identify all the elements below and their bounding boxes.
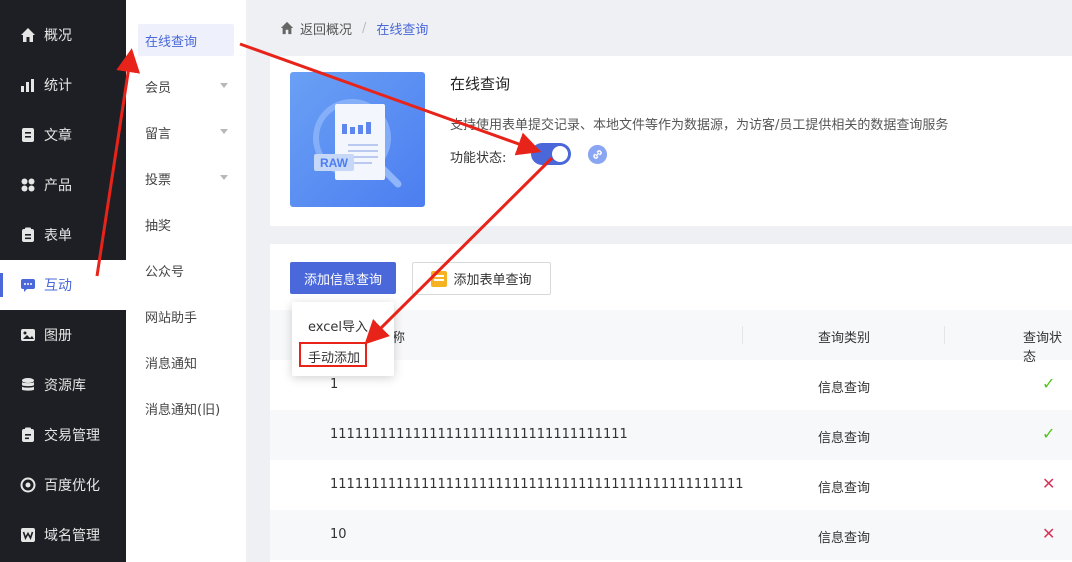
sub-item-label: 留言 — [145, 126, 172, 142]
sub-item-label: 消息通知(旧) — [145, 402, 221, 418]
nav-item-label: 产品 — [44, 178, 72, 194]
main-nav: 概况 统计 文章 产品 表单 互动 图册 资源库 交易管理 百度优化 域名管理 — [0, 0, 126, 562]
article-icon — [22, 128, 34, 142]
check-icon: ✓ — [1042, 374, 1056, 393]
nav-item-product[interactable]: 产品 — [0, 160, 126, 210]
table-row[interactable]: 111111111111111111111111111111111111 信息查… — [270, 410, 1072, 460]
sub-item-label: 投票 — [145, 172, 172, 188]
feature-description: 支持使用表单提交记录、本地文件等作为数据源，为访客/员工提供相关的数据查询服务 — [450, 118, 949, 133]
chevron-down-icon — [220, 175, 228, 180]
table-row[interactable]: 10 信息查询 ✕ — [270, 510, 1072, 560]
add-form-query-button[interactable]: 添加表单查询 — [412, 262, 551, 295]
sub-item-site-assistant[interactable]: 网站助手 — [138, 300, 234, 332]
sub-item-label: 消息通知 — [145, 356, 198, 372]
nav-item-label: 文章 — [44, 128, 72, 144]
breadcrumb-current: 在线查询 — [376, 22, 429, 38]
feature-card: RAW 在线查询 支持使用表单提交记录、本地文件等作为数据源，为访客/员工提供相… — [270, 56, 1072, 226]
nav-item-stats[interactable]: 统计 — [0, 60, 126, 110]
feature-status-label: 功能状态: — [450, 151, 507, 166]
sub-item-label: 抽奖 — [145, 218, 172, 234]
sub-item-notification-old[interactable]: 消息通知(旧) — [138, 392, 234, 424]
sub-item-label: 网站助手 — [145, 310, 198, 326]
breadcrumb-separator: / — [362, 20, 367, 36]
nav-item-article[interactable]: 文章 — [0, 110, 126, 160]
nav-item-label: 统计 — [44, 78, 72, 94]
add-query-dropdown: excel导入 手动添加 — [292, 302, 394, 376]
row-type: 信息查询 — [818, 481, 871, 496]
domain-icon — [21, 528, 35, 542]
row-name: 1 — [330, 377, 339, 392]
trade-icon — [22, 427, 34, 442]
nav-item-label: 域名管理 — [44, 528, 100, 544]
breadcrumb: 返回概况 / 在线查询 — [246, 0, 1072, 56]
home-icon — [280, 21, 294, 35]
check-icon: ✓ — [1042, 424, 1056, 443]
nav-item-label: 表单 — [44, 228, 72, 244]
row-type: 信息查询 — [818, 381, 871, 396]
cross-icon: ✕ — [1042, 524, 1056, 543]
image-icon — [21, 329, 35, 341]
chat-icon — [21, 279, 35, 292]
row-type: 信息查询 — [818, 531, 871, 546]
chevron-down-icon — [220, 83, 228, 88]
table-row[interactable]: 1111111111111111111111111111111111111111… — [270, 460, 1072, 510]
add-info-query-button[interactable]: 添加信息查询 — [290, 262, 396, 294]
sub-item-lottery[interactable]: 抽奖 — [138, 208, 234, 240]
nav-item-overview[interactable]: 概况 — [0, 10, 126, 60]
link-icon[interactable] — [588, 145, 607, 164]
nav-item-label: 概况 — [44, 28, 72, 44]
nav-item-label: 图册 — [44, 328, 72, 344]
sub-item-label: 在线查询 — [145, 34, 198, 50]
cover-raw-label: RAW — [320, 156, 349, 170]
nav-item-label: 互动 — [44, 278, 72, 294]
chevron-down-icon — [220, 129, 228, 134]
nav-item-interaction[interactable]: 互动 — [0, 260, 126, 310]
header-type: 查询类别 — [818, 331, 871, 346]
nav-item-gallery[interactable]: 图册 — [0, 310, 126, 360]
sub-item-label: 会员 — [145, 80, 172, 96]
nav-item-trade[interactable]: 交易管理 — [0, 410, 126, 460]
row-name: 111111111111111111111111111111111111 — [330, 427, 628, 442]
nav-item-domain[interactable]: 域名管理 — [0, 510, 126, 560]
toggle-knob — [552, 146, 568, 162]
query-illustration-icon: RAW — [313, 99, 402, 188]
row-name: 1111111111111111111111111111111111111111… — [330, 477, 744, 492]
sub-nav: 在线查询 会员 留言 投票 抽奖 公众号 网站助手 消息通知 消息通知(旧) — [126, 0, 246, 562]
feature-status-toggle[interactable] — [531, 143, 571, 165]
dropdown-item-excel-import[interactable]: excel导入 — [308, 316, 368, 335]
chart-icon — [21, 79, 34, 92]
sub-item-wechat[interactable]: 公众号 — [138, 254, 234, 286]
sub-item-online-query[interactable]: 在线查询 — [138, 24, 234, 56]
sub-item-vote[interactable]: 投票 — [138, 162, 234, 194]
row-name: 10 — [330, 527, 347, 542]
nav-item-seo[interactable]: 百度优化 — [0, 460, 126, 510]
nav-item-form[interactable]: 表单 — [0, 210, 126, 260]
cross-icon: ✕ — [1042, 474, 1056, 493]
grid-icon — [21, 178, 35, 192]
add-form-query-label: 添加表单查询 — [453, 273, 532, 288]
nav-item-resources[interactable]: 资源库 — [0, 360, 126, 410]
row-type: 信息查询 — [818, 431, 871, 446]
sub-item-member[interactable]: 会员 — [138, 70, 234, 102]
nav-item-label: 资源库 — [44, 378, 86, 394]
query-list-panel: 添加信息查询 添加表单查询 称 查询类别 查询状态 1 信息查询 ✓ 11111… — [270, 244, 1072, 562]
seo-icon — [20, 477, 36, 493]
sub-item-label: 公众号 — [145, 264, 185, 280]
column-divider — [944, 326, 945, 344]
sub-item-message[interactable]: 留言 — [138, 116, 234, 148]
feature-title: 在线查询 — [450, 75, 511, 93]
column-divider — [742, 326, 743, 344]
nav-item-label: 百度优化 — [44, 478, 100, 494]
feature-cover-image: RAW — [290, 72, 425, 207]
form-icon — [22, 227, 34, 242]
back-to-overview-link[interactable]: 返回概况 — [300, 19, 352, 38]
form-doc-icon — [431, 270, 448, 287]
sub-item-notification[interactable]: 消息通知 — [138, 346, 234, 378]
home-icon — [21, 28, 35, 42]
database-icon — [22, 378, 34, 391]
annotation-highlight-box — [299, 342, 367, 367]
nav-item-label: 交易管理 — [44, 428, 100, 444]
